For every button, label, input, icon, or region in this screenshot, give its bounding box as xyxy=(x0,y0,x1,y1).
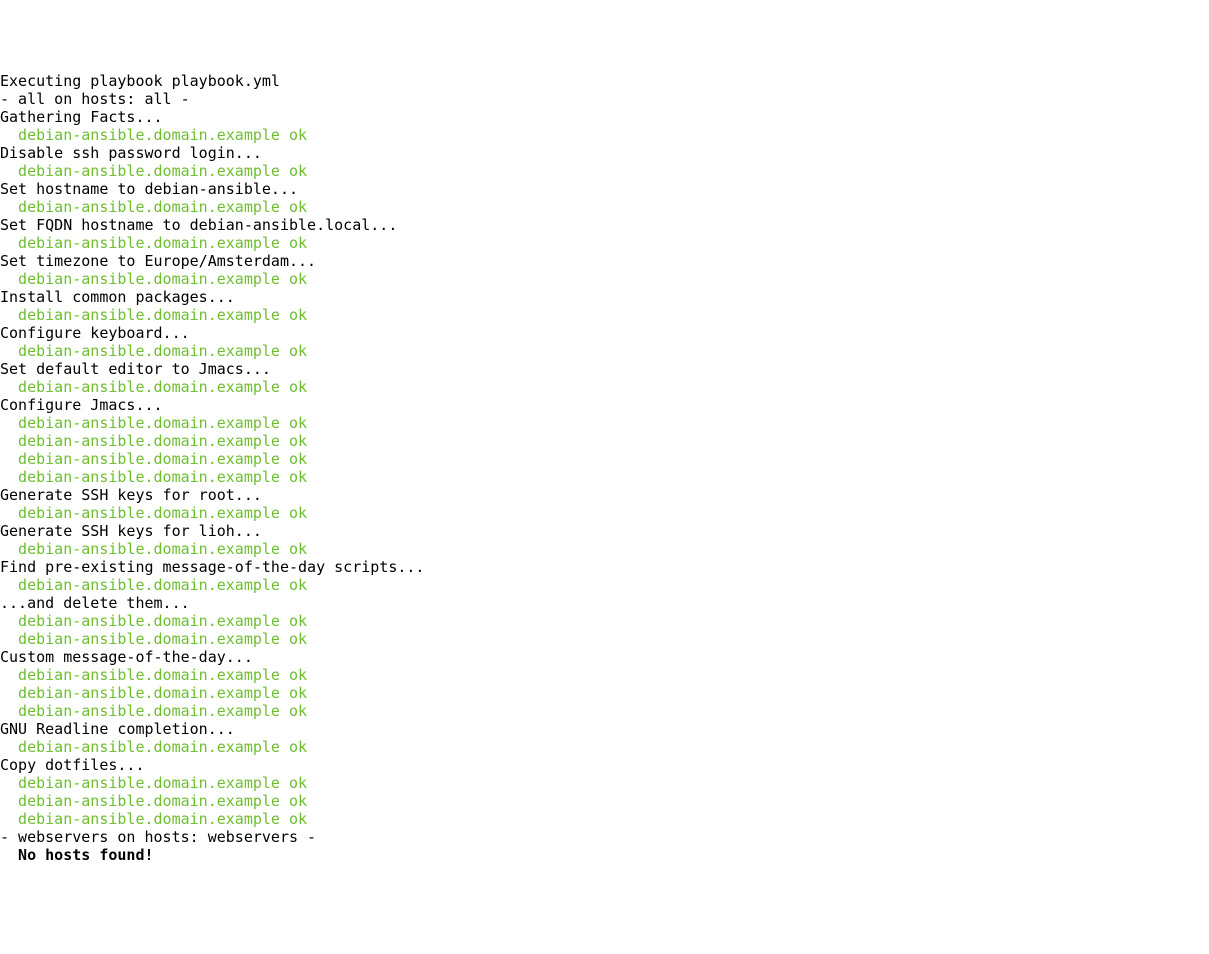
host-result: debian-ansible.domain.example ok xyxy=(0,468,1209,486)
task-label: Custom message-of-the-day... xyxy=(0,648,1209,666)
host-result: debian-ansible.domain.example ok xyxy=(0,702,1209,720)
task-label: Set default editor to Jmacs... xyxy=(0,360,1209,378)
host-result: debian-ansible.domain.example ok xyxy=(0,432,1209,450)
host-result: debian-ansible.domain.example ok xyxy=(0,666,1209,684)
host-result: debian-ansible.domain.example ok xyxy=(0,612,1209,630)
host-result: debian-ansible.domain.example ok xyxy=(0,270,1209,288)
play-header: - webservers on hosts: webservers - xyxy=(0,828,1209,846)
task-label: Set hostname to debian-ansible... xyxy=(0,180,1209,198)
task-label: Find pre-existing message-of-the-day scr… xyxy=(0,558,1209,576)
host-result: debian-ansible.domain.example ok xyxy=(0,162,1209,180)
host-result: debian-ansible.domain.example ok xyxy=(0,810,1209,828)
host-result: debian-ansible.domain.example ok xyxy=(0,234,1209,252)
terminal-output: Executing playbook playbook.yml- all on … xyxy=(0,72,1209,864)
no-hosts-warning: No hosts found! xyxy=(0,846,1209,864)
host-result: debian-ansible.domain.example ok xyxy=(0,540,1209,558)
host-result: debian-ansible.domain.example ok xyxy=(0,306,1209,324)
play-header: - all on hosts: all - xyxy=(0,90,1209,108)
task-label: Copy dotfiles... xyxy=(0,756,1209,774)
task-label: GNU Readline completion... xyxy=(0,720,1209,738)
host-result: debian-ansible.domain.example ok xyxy=(0,792,1209,810)
task-label: ...and delete them... xyxy=(0,594,1209,612)
task-label: Configure keyboard... xyxy=(0,324,1209,342)
task-label: Disable ssh password login... xyxy=(0,144,1209,162)
task-label: Set timezone to Europe/Amsterdam... xyxy=(0,252,1209,270)
host-result: debian-ansible.domain.example ok xyxy=(0,576,1209,594)
host-result: debian-ansible.domain.example ok xyxy=(0,378,1209,396)
task-label: Set FQDN hostname to debian-ansible.loca… xyxy=(0,216,1209,234)
task-label: Gathering Facts... xyxy=(0,108,1209,126)
host-result: debian-ansible.domain.example ok xyxy=(0,504,1209,522)
task-label: Generate SSH keys for root... xyxy=(0,486,1209,504)
task-label: Install common packages... xyxy=(0,288,1209,306)
host-result: debian-ansible.domain.example ok xyxy=(0,630,1209,648)
task-label: Configure Jmacs... xyxy=(0,396,1209,414)
host-result: debian-ansible.domain.example ok xyxy=(0,342,1209,360)
host-result: debian-ansible.domain.example ok xyxy=(0,684,1209,702)
host-result: debian-ansible.domain.example ok xyxy=(0,126,1209,144)
host-result: debian-ansible.domain.example ok xyxy=(0,774,1209,792)
host-result: debian-ansible.domain.example ok xyxy=(0,450,1209,468)
host-result: debian-ansible.domain.example ok xyxy=(0,198,1209,216)
host-result: debian-ansible.domain.example ok xyxy=(0,738,1209,756)
playbook-title: Executing playbook playbook.yml xyxy=(0,72,1209,90)
task-label: Generate SSH keys for lioh... xyxy=(0,522,1209,540)
host-result: debian-ansible.domain.example ok xyxy=(0,414,1209,432)
